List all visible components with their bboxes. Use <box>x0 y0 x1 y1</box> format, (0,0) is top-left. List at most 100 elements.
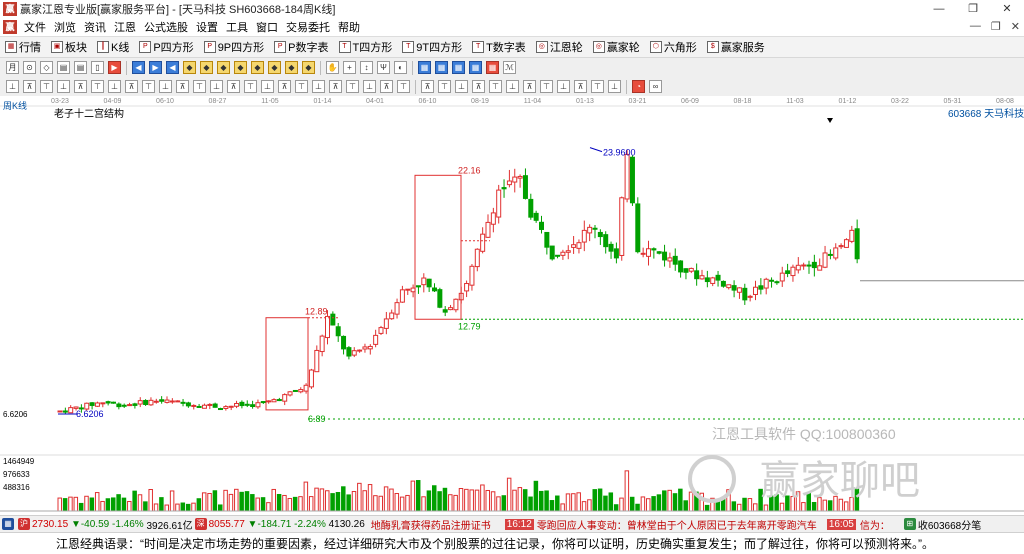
kline-chart[interactable]: 03-23 04-09 06-10 08-27 11-05 01-14 04-01 06-10… <box>0 96 1024 514</box>
draw-tool-icon[interactable]: ◆ <box>285 61 298 74</box>
indicator-tool-icon[interactable]: ⊥ <box>108 80 121 93</box>
indicator-tool-icon[interactable]: ⊤ <box>295 80 308 93</box>
close-button[interactable]: ✕ <box>990 0 1024 18</box>
doc-close-button[interactable]: ✕ <box>1011 20 1020 33</box>
indicator-tool-icon[interactable]: ⊤ <box>489 80 502 93</box>
draw-tool-icon[interactable]: 月 <box>6 61 19 74</box>
menu-window[interactable]: 窗口 <box>252 19 282 35</box>
indicator-tool-icon[interactable]: ⊼ <box>227 80 240 93</box>
maximize-button[interactable]: ❐ <box>956 0 990 18</box>
indicator-tool-icon[interactable]: ∞ <box>649 80 662 93</box>
nav-kline[interactable]: ┃ K线 <box>92 39 134 55</box>
draw-tool-icon[interactable]: ▦ <box>469 61 482 74</box>
nav-t-square[interactable]: T T四方形 <box>334 39 398 55</box>
draw-tool-icon[interactable]: ▤ <box>74 61 87 74</box>
indicator-tool-icon[interactable]: ⊥ <box>312 80 325 93</box>
indicator-tool-icon[interactable]: ⊥ <box>210 80 223 93</box>
document-icon[interactable]: 赢 <box>3 20 17 34</box>
draw-tool-icon[interactable]: ▦ <box>486 61 499 74</box>
indicator-tool-icon[interactable]: ⊼ <box>472 80 485 93</box>
indicator-tool-icon[interactable]: ⊼ <box>574 80 587 93</box>
news-ticker-3[interactable]: 信为： <box>860 517 890 532</box>
draw-tool-icon[interactable]: ◆ <box>251 61 264 74</box>
indicator-tool-icon[interactable]: ⊤ <box>91 80 104 93</box>
menu-help[interactable]: 帮助 <box>334 19 364 35</box>
indicator-tool-icon[interactable]: ⊥ <box>455 80 468 93</box>
indicator-tool-icon[interactable]: ⊥ <box>6 80 19 93</box>
menu-file[interactable]: 文件 <box>20 19 50 35</box>
draw-tool-icon[interactable]: ◆ <box>234 61 247 74</box>
indicator-tool-icon[interactable]: ⊤ <box>142 80 155 93</box>
nav-winner-service[interactable]: $ 赢家服务 <box>702 39 770 55</box>
draw-tool-icon[interactable]: ◆ <box>268 61 281 74</box>
menu-gann[interactable]: 江恩 <box>110 19 140 35</box>
nav-sectors[interactable]: ▣ 板块 <box>46 39 92 55</box>
menu-tools[interactable]: 工具 <box>222 19 252 35</box>
doc-restore-button[interactable]: ❐ <box>991 20 1001 33</box>
draw-tool-icon[interactable]: ✋ <box>326 61 339 74</box>
indicator-tool-icon[interactable]: ⊤ <box>346 80 359 93</box>
indicator-tool-icon[interactable]: ⊥ <box>261 80 274 93</box>
nav-winner-wheel[interactable]: ◎ 赢家轮 <box>588 39 645 55</box>
menu-trade[interactable]: 交易委托 <box>282 19 334 35</box>
draw-tool-icon[interactable]: ⊙ <box>23 61 36 74</box>
minimize-button[interactable]: — <box>922 0 956 18</box>
indicator-tool-icon[interactable]: ⊼ <box>23 80 36 93</box>
draw-tool-icon[interactable]: ◆ <box>302 61 315 74</box>
nav-hexagon[interactable]: ⬡ 六角形 <box>645 39 702 55</box>
menu-news[interactable]: 资讯 <box>80 19 110 35</box>
draw-tool-icon[interactable]: ▦ <box>418 61 431 74</box>
indicator-tool-icon[interactable]: ⊥ <box>57 80 70 93</box>
nav-9p-square[interactable]: P 9P四方形 <box>199 39 269 55</box>
indicator-tool-icon[interactable]: ⊥ <box>608 80 621 93</box>
nav-p-square[interactable]: P P四方形 <box>134 39 198 55</box>
indicator-tool-icon[interactable]: ⊼ <box>176 80 189 93</box>
news-ticker-2[interactable]: 零跑回应人事变动：曾林堂由于个人原因已于去年离开零跑汽车 <box>537 517 817 532</box>
collect-ticks-label[interactable]: 收603668分笔 <box>918 517 981 532</box>
draw-tool-icon[interactable]: Ψ <box>377 61 390 74</box>
draw-tool-icon[interactable]: ◀ <box>132 61 145 74</box>
indicator-tool-icon[interactable]: ⊥ <box>159 80 172 93</box>
indicator-tool-icon[interactable]: ⊤ <box>244 80 257 93</box>
indicator-tool-icon[interactable]: ⊥ <box>506 80 519 93</box>
menu-settings[interactable]: 设置 <box>192 19 222 35</box>
draw-tool-icon[interactable]: + <box>343 61 356 74</box>
draw-tool-icon[interactable]: ◇ <box>40 61 53 74</box>
draw-tool-icon[interactable]: ▦ <box>435 61 448 74</box>
indicator-tool-icon[interactable]: ⊼ <box>380 80 393 93</box>
indicator-tool-icon[interactable]: ⊥ <box>363 80 376 93</box>
draw-tool-icon[interactable]: ◆ <box>217 61 230 74</box>
indicator-tool-icon[interactable]: ⊼ <box>523 80 536 93</box>
draw-tool-icon[interactable]: ◐ <box>394 61 407 74</box>
kline-chart-svg[interactable]: 03-23 04-09 06-10 08-27 11-05 01-14 04-01 06-10… <box>0 96 1024 514</box>
indicator-tool-icon[interactable]: ⊤ <box>540 80 553 93</box>
nav-gann-wheel[interactable]: ◎ 江恩轮 <box>531 39 588 55</box>
indicator-tool-icon[interactable]: ⊤ <box>438 80 451 93</box>
indicator-tool-icon[interactable]: ◔ <box>632 80 645 93</box>
menu-formula-select[interactable]: 公式选股 <box>140 19 192 35</box>
draw-tool-icon[interactable]: ▯ <box>91 61 104 74</box>
indicator-tool-icon[interactable]: ⊼ <box>421 80 434 93</box>
nav-9t-square[interactable]: T 9T四方形 <box>397 39 467 55</box>
nav-p-table[interactable]: P P数字表 <box>269 39 333 55</box>
draw-tool-icon[interactable]: ◆ <box>200 61 213 74</box>
nav-quotes[interactable]: ▦ 行情 <box>0 39 46 55</box>
draw-tool-icon[interactable]: ↕ <box>360 61 373 74</box>
indicator-tool-icon[interactable]: ⊤ <box>40 80 53 93</box>
indicator-tool-icon[interactable]: ⊥ <box>557 80 570 93</box>
indicator-tool-icon[interactable]: ⊼ <box>278 80 291 93</box>
draw-tool-icon[interactable]: ◀ <box>166 61 179 74</box>
doc-minimize-button[interactable]: — <box>970 20 981 33</box>
draw-tool-icon[interactable]: ◆ <box>183 61 196 74</box>
draw-tool-icon[interactable]: ▶ <box>108 61 121 74</box>
nav-t-table[interactable]: T T数字表 <box>467 39 531 55</box>
indicator-tool-icon[interactable]: ⊤ <box>193 80 206 93</box>
indicator-tool-icon[interactable]: ⊼ <box>329 80 342 93</box>
draw-tool-icon[interactable]: ▤ <box>57 61 70 74</box>
draw-tool-icon[interactable]: ▦ <box>452 61 465 74</box>
dropdown-arrow-icon[interactable] <box>827 118 833 123</box>
draw-tool-icon[interactable]: ℳ <box>503 61 516 74</box>
news-ticker-1[interactable]: 地酶乳膏获得药品注册证书 <box>371 517 491 532</box>
draw-tool-icon[interactable]: ▶ <box>149 61 162 74</box>
indicator-tool-icon[interactable]: ⊼ <box>125 80 138 93</box>
